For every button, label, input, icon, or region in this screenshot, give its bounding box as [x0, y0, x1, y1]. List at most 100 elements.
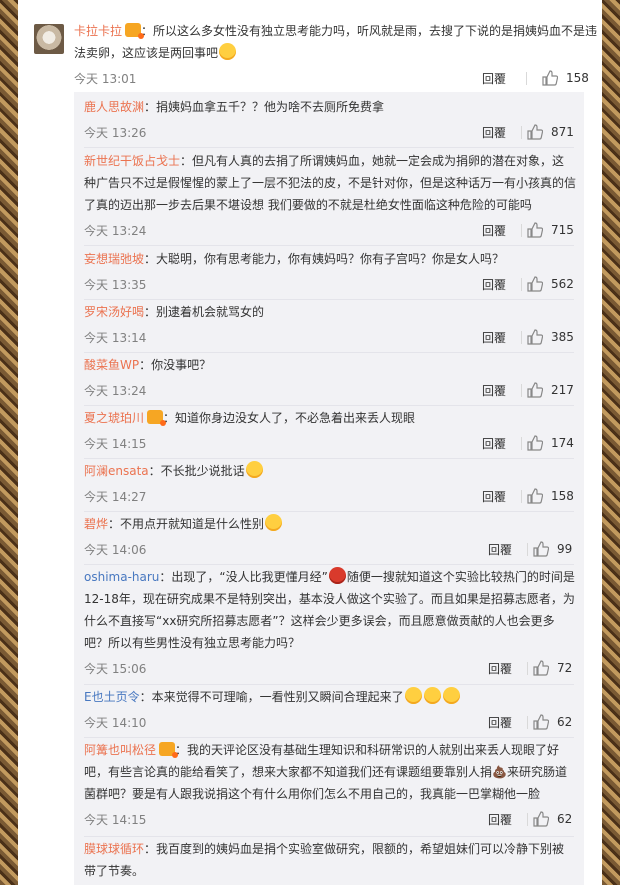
- emoji-icon: [404, 687, 422, 704]
- reply-meta: 今天 13:24 回覆 217: [84, 380, 576, 402]
- reply-meta: 今天 13:24 回覆 715: [84, 220, 576, 242]
- reply-item: 夏之琥珀川 ：知道你身边没女人了，不必急着出来丢人现眼 今天 14:15 回覆 1…: [84, 407, 576, 455]
- reply-author[interactable]: 阿澜ensata: [84, 464, 149, 478]
- reply-time: 今天 14:15: [84, 437, 147, 451]
- reply-author[interactable]: 罗宋汤好喝: [84, 305, 144, 319]
- like-button[interactable]: 158: [542, 68, 589, 88]
- reply-button[interactable]: 回覆: [482, 329, 506, 346]
- like-button[interactable]: 217: [527, 380, 574, 400]
- reply-time: 今天 14:15: [84, 813, 147, 827]
- reply-author[interactable]: 新世纪干饭占戈士: [84, 154, 180, 168]
- divider: [527, 662, 528, 675]
- divider: [84, 405, 574, 406]
- divider: [521, 278, 522, 291]
- like-button[interactable]: 562: [527, 274, 574, 294]
- reply-content: ：不长批少说批话: [148, 464, 245, 478]
- reply-button[interactable]: 回覆: [482, 435, 506, 452]
- like-button[interactable]: 385: [527, 327, 574, 347]
- reply-text: 妄想瑞弛坡：大聪明，你有思考能力，你有姨妈吗？你有子宫吗？你是女人吗？: [84, 248, 576, 270]
- divider: [84, 147, 574, 148]
- thumbs-up-icon: [527, 124, 543, 140]
- reply-author[interactable]: 夏之琥珀川: [84, 411, 144, 425]
- emoji-icon: [423, 687, 441, 704]
- reply-text: 新世纪干饭占戈士：但凡有人真的去捐了所谓姨妈血，她就一定会成为捐卵的潜在对象，这…: [84, 150, 576, 216]
- reply-content: ：知道你身边没女人了，不必急着出来丢人现眼: [163, 411, 416, 425]
- reply-button[interactable]: 回覆: [482, 276, 506, 293]
- reply-text: 夏之琥珀川 ：知道你身边没女人了，不必急着出来丢人现眼: [84, 407, 576, 429]
- divider: [526, 72, 527, 85]
- reply-button[interactable]: 回覆: [488, 660, 512, 677]
- reply-time: 今天 13:14: [84, 331, 147, 345]
- like-button[interactable]: 174: [527, 433, 574, 453]
- reply-item: E也土页令：本来觉得不可理喻，一看性别又瞬间合理起来了 今天 14:10 回覆 …: [84, 686, 576, 734]
- party-emoji-icon: [245, 461, 263, 478]
- reply-author[interactable]: E也土页令: [84, 690, 140, 704]
- reply-content: ：出现了，“没人比我更懂月经”: [159, 570, 328, 584]
- reply-time: 今天 13:24: [84, 224, 147, 238]
- reply-text: E也土页令：本来觉得不可理喻，一看性别又瞬间合理起来了: [84, 686, 576, 708]
- divider: [527, 716, 528, 729]
- divider: [84, 836, 574, 837]
- thumbs-up-icon: [533, 541, 549, 557]
- reply-item: 碧烨：不用点开就知道是什么性别 今天 14:06 回覆 99: [84, 513, 576, 561]
- like-button[interactable]: 62: [533, 712, 572, 732]
- reply-author[interactable]: 鹿人思故渊: [84, 100, 144, 114]
- vip-badge-icon: [159, 742, 179, 758]
- like-button[interactable]: 99: [533, 539, 572, 559]
- reply-button[interactable]: 回覆: [482, 488, 506, 505]
- like-count: 871: [551, 125, 574, 139]
- reply-meta: 今天 14:15 回覆 62: [84, 809, 576, 831]
- reply-meta: 今天 14:15 回覆 174: [84, 433, 576, 455]
- reply-author[interactable]: 酸菜鱼WP: [84, 358, 139, 372]
- reply-author[interactable]: 碧烨: [84, 517, 108, 531]
- like-button[interactable]: 158: [527, 486, 574, 506]
- thumbs-up-icon: [527, 222, 543, 238]
- divider: [84, 511, 574, 512]
- comment-author[interactable]: 卡拉卡拉: [74, 24, 122, 38]
- reply-author[interactable]: oshima-haru: [84, 570, 159, 584]
- reply-author[interactable]: 膜球球循环: [84, 842, 144, 856]
- reply-button[interactable]: 回覆: [488, 714, 512, 731]
- main-comment-body: 卡拉卡拉 ：所以这么多女性没有独立思考能力吗，听风就是雨，去搜了下说的是捐姨妈血不…: [74, 20, 602, 90]
- reply-time: 今天 13:35: [84, 278, 147, 292]
- like-button[interactable]: 62: [533, 809, 572, 829]
- like-button[interactable]: 871: [527, 122, 574, 142]
- avatar[interactable]: [34, 24, 64, 54]
- reply-button[interactable]: 回覆: [482, 382, 506, 399]
- reply-time: 今天 15:06: [84, 662, 147, 676]
- sweat-emoji-icon: [265, 514, 283, 531]
- divider: [84, 564, 574, 565]
- reply-button[interactable]: 回覆: [482, 222, 506, 239]
- divider: [84, 684, 574, 685]
- thumbs-up-icon: [533, 811, 549, 827]
- reply-item: 新世纪干饭占戈士：但凡有人真的去捐了所谓姨妈血，她就一定会成为捐卵的潜在对象，这…: [84, 150, 576, 242]
- reply-author[interactable]: 妄想瑞弛坡: [84, 252, 144, 266]
- like-count: 217: [551, 383, 574, 397]
- vip-badge-icon: [125, 23, 145, 39]
- reply-button[interactable]: 回覆: [482, 70, 506, 87]
- reply-item: 鹿人思故渊：捐姨妈血拿五千？？他为啥不去厕所免费拿 今天 13:26 回覆 87…: [84, 96, 576, 144]
- like-button[interactable]: 715: [527, 220, 574, 240]
- comment-meta: 今天 13:01 回覆 158: [74, 68, 602, 90]
- thumbs-up-icon: [542, 70, 558, 86]
- like-button[interactable]: 72: [533, 658, 572, 678]
- reply-text: 阿澜ensata：不长批少说批话: [84, 460, 576, 482]
- reply-text: 罗宋汤好喝：别逮着机会就骂女的: [84, 301, 576, 323]
- reply-text: 膜球球循环：我百度到的姨妈血是捐个实验室做研究，限额的，希望姐妹们可以冷静下别被…: [84, 838, 576, 882]
- like-count: 158: [551, 489, 574, 503]
- reply-item: 阿篝也叫松径 ：我的天评论区没有基础生理知识和科研常识的人就别出来丢人现眼了好吧，…: [84, 739, 576, 831]
- reply-time: 今天 13:24: [84, 384, 147, 398]
- divider: [521, 437, 522, 450]
- reply-item: 阿澜ensata：不长批少说批话 今天 14:27 回覆 158: [84, 460, 576, 508]
- reply-button[interactable]: 回覆: [488, 541, 512, 558]
- thumbs-up-icon: [533, 660, 549, 676]
- reply-button[interactable]: 回覆: [482, 124, 506, 141]
- reply-author[interactable]: 阿篝也叫松径: [84, 743, 156, 757]
- like-count: 62: [557, 715, 573, 729]
- like-count: 174: [551, 436, 574, 450]
- thumbs-up-icon: [527, 382, 543, 398]
- reply-content: ：你没事吧？: [139, 358, 212, 372]
- reply-button[interactable]: 回覆: [488, 811, 512, 828]
- reply-text: 碧烨：不用点开就知道是什么性别: [84, 513, 576, 535]
- thumbs-up-icon: [527, 276, 543, 292]
